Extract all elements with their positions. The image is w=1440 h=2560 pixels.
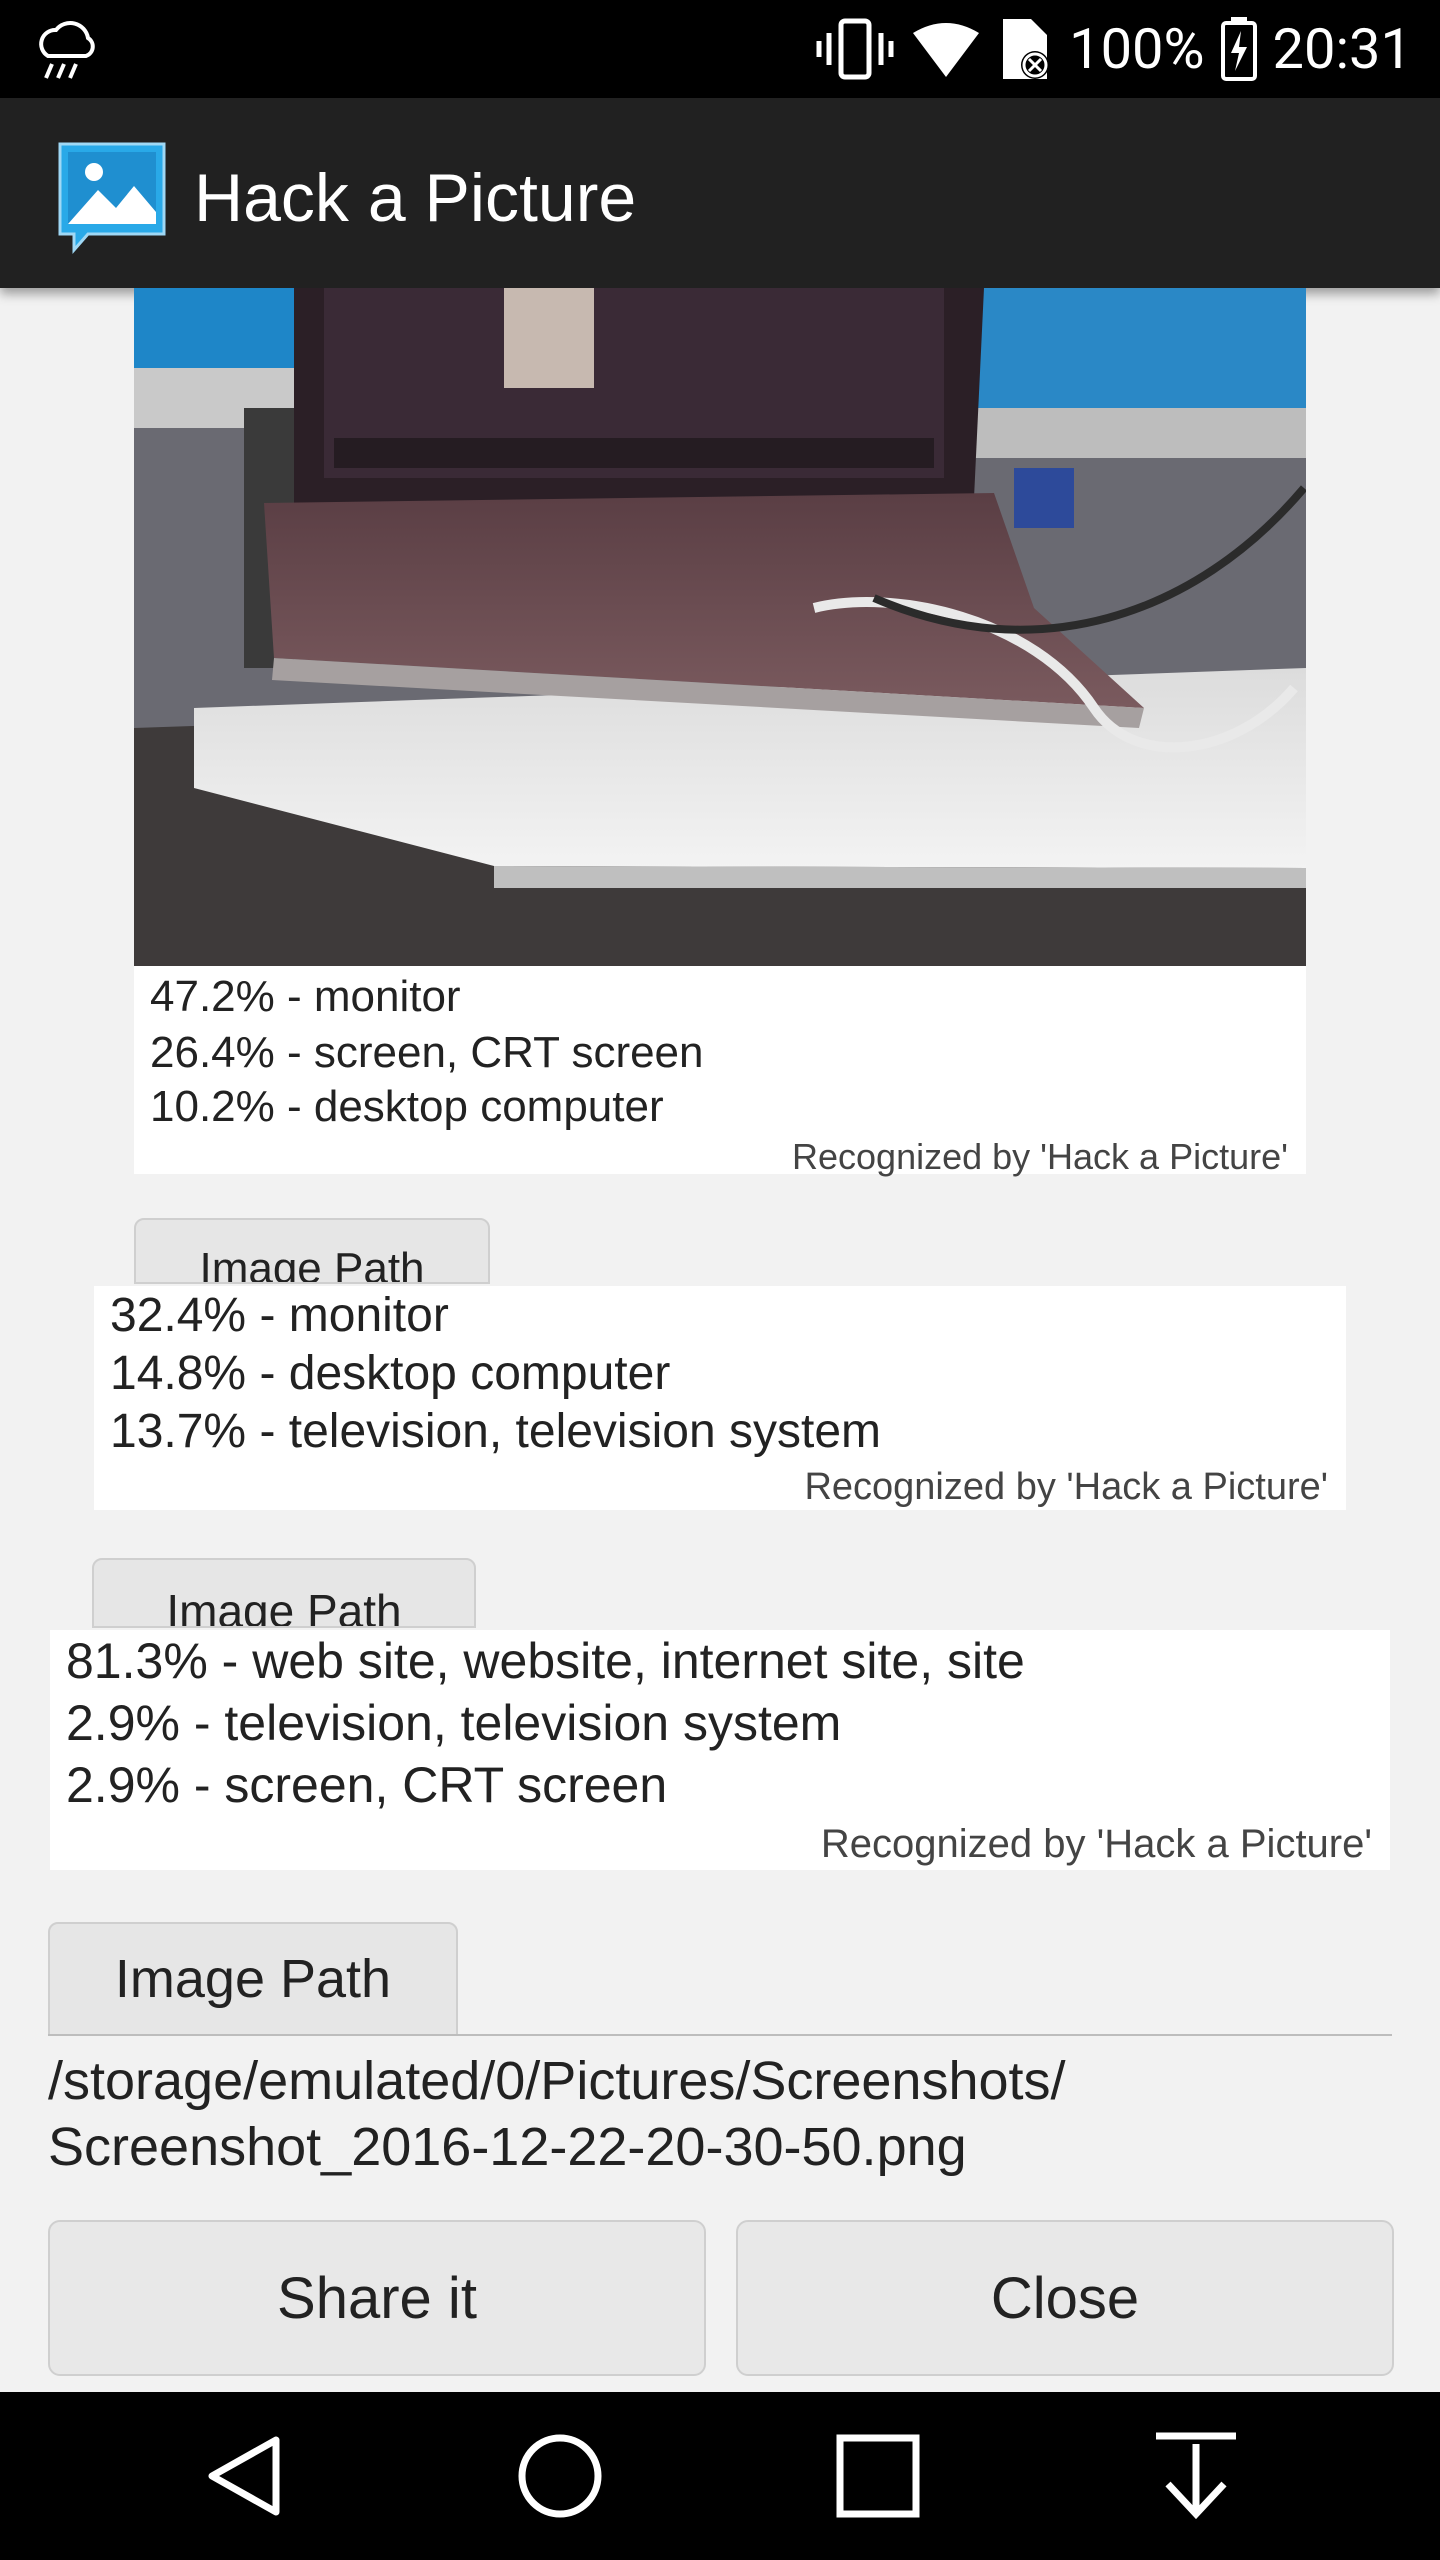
image-path-text: /storage/emulated/0/Pictures/Screenshots…	[48, 2048, 1392, 2180]
credit-text: Recognized by 'Hack a Picture'	[820, 1822, 1372, 1866]
share-button[interactable]: Share it	[48, 2220, 706, 2376]
image-path-line-1: /storage/emulated/0/Pictures/Screenshots…	[48, 2051, 1066, 2111]
image-path-button-label: Image Path	[199, 1244, 425, 1284]
back-icon[interactable]	[196, 2426, 296, 2526]
credit-text: Recognized by 'Hack a Picture'	[792, 1136, 1288, 1177]
prediction-line: 32.4% - monitor	[110, 1289, 449, 1342]
clock: 20:31	[1272, 16, 1412, 82]
battery-charging-icon	[1220, 17, 1257, 81]
result-card: 47.2% - monitor 26.4% - screen, CRT scre…	[134, 966, 1306, 1177]
recognized-photo	[134, 288, 1306, 966]
prediction-line: 47.2% - monitor	[150, 972, 461, 1021]
recents-icon[interactable]	[828, 2426, 928, 2526]
image-path-button-label: Image Path	[114, 1949, 392, 2009]
divider	[48, 2034, 1392, 2036]
prediction-line: 14.8% - desktop computer	[110, 1347, 671, 1400]
picture-chat-icon	[58, 142, 166, 254]
prediction-line: 2.9% - screen, CRT screen	[66, 1757, 668, 1813]
image-path-button-label: Image Path	[166, 1585, 402, 1628]
home-icon[interactable]	[510, 2426, 610, 2526]
results-scroll[interactable]: 47.2% - monitor 26.4% - screen, CRT scre…	[0, 288, 1440, 2392]
close-button[interactable]: Close	[736, 2220, 1394, 2376]
prediction-line: 81.3% - web site, website, internet site…	[66, 1633, 1025, 1689]
image-path-line-2: Screenshot_2016-12-22-20-30-50.png	[48, 2117, 967, 2177]
vibrate-icon	[816, 18, 894, 80]
close-button-label: Close	[990, 2265, 1140, 2331]
prediction-line: 2.9% - television, television system	[66, 1695, 842, 1751]
prediction-line: 26.4% - screen, CRT screen	[150, 1028, 704, 1077]
credit-text: Recognized by 'Hack a Picture'	[804, 1466, 1328, 1508]
app-title: Hack a Picture	[194, 160, 637, 236]
image-path-button[interactable]: Image Path	[134, 1218, 490, 1284]
share-button-label: Share it	[277, 2265, 477, 2331]
download-icon[interactable]	[1146, 2426, 1246, 2526]
image-path-button[interactable]: Image Path	[92, 1558, 476, 1628]
image-path-button[interactable]: Image Path	[48, 1922, 458, 2036]
prediction-line: 10.2% - desktop computer	[150, 1082, 664, 1131]
weather-rain-icon	[39, 21, 95, 79]
sim-off-icon	[1003, 19, 1050, 79]
wifi-icon	[913, 23, 980, 77]
battery-percent: 100%	[1069, 16, 1205, 82]
status-bar: 100% 20:31	[0, 0, 1440, 98]
prediction-line: 13.7% - television, television system	[110, 1405, 881, 1458]
result-card: 32.4% - monitor 14.8% - desktop computer…	[94, 1286, 1346, 1510]
navigation-bar	[0, 2392, 1440, 2560]
app-bar: Hack a Picture	[0, 98, 1440, 288]
result-card: 81.3% - web site, website, internet site…	[50, 1630, 1390, 1870]
